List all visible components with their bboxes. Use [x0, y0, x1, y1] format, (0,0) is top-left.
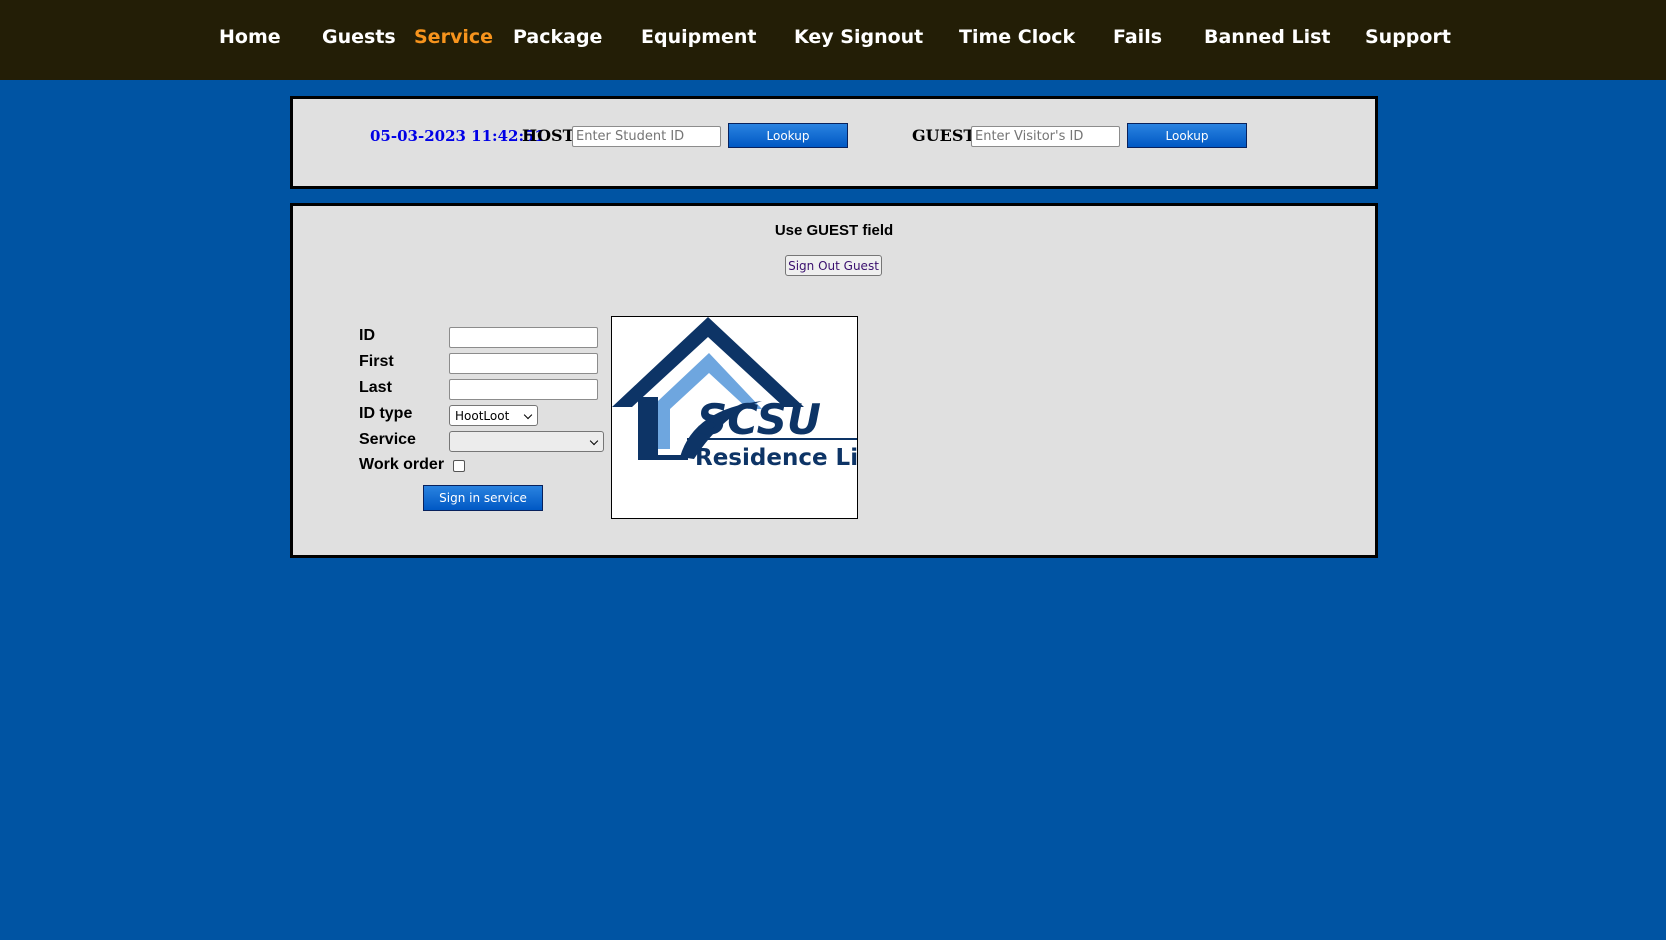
first-name-input[interactable] [449, 353, 598, 374]
nav-item-fails[interactable]: Fails [1113, 26, 1162, 48]
lookup-panel: 05-03-2023 11:42:51 HOST Lookup GUEST Lo… [290, 96, 1378, 189]
guest-visitor-id-input[interactable] [971, 126, 1120, 147]
id-type-label: ID type [359, 405, 413, 422]
logo-subtitle-text: Residence Life [695, 445, 857, 471]
nav-item-package[interactable]: Package [513, 26, 602, 48]
host-label: HOST [522, 126, 575, 145]
top-navigation-bar: Home Guests Service Package Equipment Ke… [0, 0, 1666, 80]
chevron-down-icon [589, 436, 599, 446]
nav-item-home[interactable]: Home [219, 26, 281, 48]
service-panel: Use GUEST field Sign Out Guest ID First … [290, 203, 1378, 558]
first-name-label: First [359, 353, 394, 370]
nav-item-support[interactable]: Support [1365, 26, 1451, 48]
logo-brand-text: SCSU [697, 395, 821, 444]
last-name-input[interactable] [449, 379, 598, 400]
house-logo-icon: SCSU Residence Life [612, 317, 857, 471]
nav-item-time-clock[interactable]: Time Clock [959, 26, 1075, 48]
last-name-label: Last [359, 379, 392, 396]
id-input[interactable] [449, 327, 598, 348]
work-order-checkbox[interactable] [453, 460, 465, 472]
guest-label: GUEST [912, 126, 976, 145]
service-label: Service [359, 431, 416, 448]
nav-item-guests[interactable]: Guests [322, 26, 396, 48]
service-select[interactable] [449, 431, 604, 452]
work-order-label: Work order [359, 456, 445, 473]
current-datetime: 05-03-2023 11:42:51 [370, 127, 545, 145]
id-type-selected-value: HootLoot [455, 409, 510, 423]
guest-lookup-button[interactable]: Lookup [1127, 123, 1247, 148]
id-label: ID [359, 327, 375, 344]
id-type-select[interactable]: HootLoot [449, 405, 538, 426]
nav-item-equipment[interactable]: Equipment [641, 26, 757, 48]
host-lookup-button[interactable]: Lookup [728, 123, 848, 148]
chevron-down-icon [523, 410, 533, 420]
nav-item-key-signout[interactable]: Key Signout [794, 26, 923, 48]
nav-item-banned-list[interactable]: Banned List [1204, 26, 1330, 48]
nav-item-service[interactable]: Service [414, 26, 493, 48]
host-student-id-input[interactable] [572, 126, 721, 147]
sign-in-service-button[interactable]: Sign in service [423, 485, 543, 511]
sign-out-guest-button[interactable]: Sign Out Guest [785, 255, 882, 276]
scsu-residence-life-logo: SCSU Residence Life [611, 316, 858, 519]
instruction-text: Use GUEST field [774, 222, 894, 239]
